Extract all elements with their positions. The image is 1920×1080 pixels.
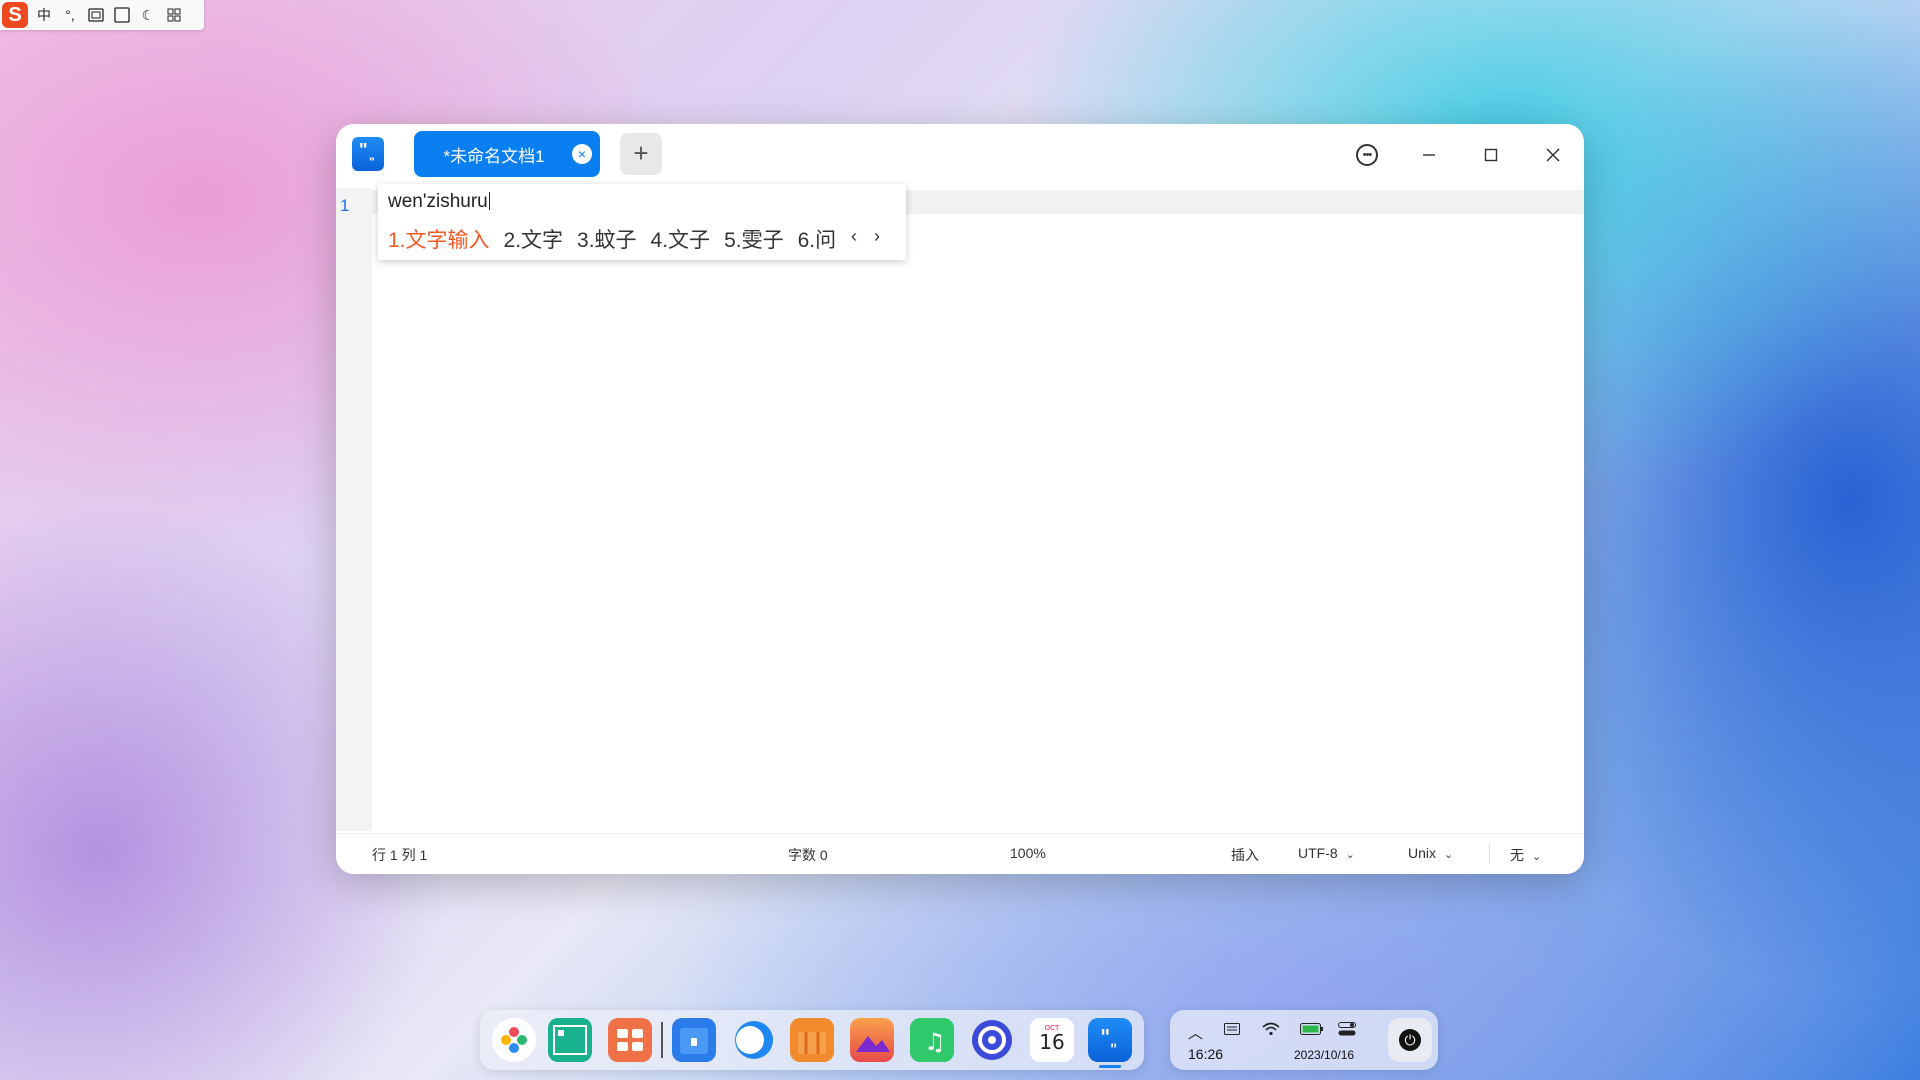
- more-icon: •••: [1356, 144, 1378, 166]
- chevron-down-icon: ⌄: [1532, 851, 1542, 863]
- pinyin-icon[interactable]: [112, 5, 132, 25]
- highlight-label: 无: [1510, 847, 1524, 863]
- clock-date[interactable]: 2023/10/16: [1294, 1048, 1354, 1062]
- power-button[interactable]: ⏻: [1388, 1018, 1432, 1062]
- text-editor-icon[interactable]: " ": [1088, 1018, 1132, 1062]
- power-icon: ⏻: [1399, 1029, 1421, 1051]
- battery-icon[interactable]: [1300, 1022, 1324, 1040]
- candidate-list: 1.文字输入 2.文字 3.蚊子 4.文子 5.雯子 6.问: [388, 224, 836, 254]
- pinyin-composition: wen'zishuru: [388, 191, 488, 212]
- line-number: 1: [340, 196, 350, 215]
- candidate-item[interactable]: 6.问: [798, 224, 837, 254]
- divider: [661, 1022, 663, 1058]
- add-tab-button[interactable]: +: [620, 133, 662, 175]
- clock-time[interactable]: 16:26: [1188, 1046, 1223, 1062]
- image-viewer-icon[interactable]: [850, 1018, 894, 1062]
- close-icon: [1546, 148, 1560, 162]
- candidate-item[interactable]: 2.文字: [504, 224, 564, 254]
- calendar-icon[interactable]: OCT 16: [1030, 1018, 1074, 1062]
- tab-title: *未命名文档1: [443, 146, 545, 166]
- candidate-item[interactable]: 4.文子: [651, 224, 711, 254]
- ime-toolbar: S 中 °, ☾: [0, 0, 204, 30]
- eol-label: Unix: [1408, 845, 1437, 861]
- maximize-button[interactable]: [1474, 138, 1508, 172]
- candidate-item[interactable]: 1.文字输入: [388, 224, 490, 254]
- char-count: 字数 0: [788, 847, 828, 863]
- chevron-up-icon[interactable]: ︿: [1188, 1022, 1203, 1043]
- highlight-select[interactable]: 无 ⌄: [1510, 845, 1541, 865]
- tab-close-icon[interactable]: ×: [572, 144, 592, 164]
- launcher-icon[interactable]: [492, 1018, 536, 1062]
- ime-candidate-popup: wen'zishuru 1.文字输入 2.文字 3.蚊子 4.文子 5.雯子 6…: [378, 184, 906, 260]
- music-icon[interactable]: ♫: [910, 1018, 954, 1062]
- encoding-select[interactable]: UTF-8 ⌄: [1298, 845, 1355, 861]
- cursor-position: 行 1 列 1: [372, 847, 428, 863]
- soft-keyboard-icon[interactable]: [86, 5, 106, 25]
- tab-untitled-document[interactable]: *未命名文档1 ×: [414, 131, 600, 177]
- terminal-icon[interactable]: [548, 1018, 592, 1062]
- status-bar: 行 1 列 1 字数 0 100% 插入 UTF-8 ⌄ Unix ⌄ 无 ⌄: [336, 833, 1584, 874]
- text-editing-area[interactable]: [372, 188, 1584, 831]
- candidate-page-nav[interactable]: ‹ ›: [851, 226, 886, 247]
- moon-icon[interactable]: ☾: [138, 5, 158, 25]
- close-button[interactable]: [1536, 138, 1570, 172]
- zoom-level[interactable]: 100%: [1010, 845, 1046, 861]
- grid-icon[interactable]: [164, 5, 184, 25]
- svg-text:": ": [1100, 1025, 1110, 1049]
- svg-text:♫: ♫: [924, 1028, 946, 1056]
- encoding-label: UTF-8: [1298, 845, 1338, 861]
- sogou-ime-icon[interactable]: S: [2, 2, 28, 28]
- svg-text:": ": [1110, 1042, 1117, 1058]
- browser-icon[interactable]: [732, 1018, 776, 1062]
- divider: [1489, 844, 1490, 864]
- control-center-icon[interactable]: [1338, 1022, 1356, 1040]
- line-number-gutter: [336, 188, 372, 831]
- dock: ♫ OCT 16 " ": [480, 1010, 1144, 1070]
- chevron-down-icon: ⌄: [1345, 849, 1355, 861]
- file-manager-icon[interactable]: [672, 1018, 716, 1062]
- ime-language-toggle[interactable]: 中: [34, 5, 54, 25]
- menu-button[interactable]: •••: [1350, 138, 1384, 172]
- text-editor-app-icon[interactable]: " ": [352, 137, 384, 171]
- maximize-icon: [1484, 148, 1498, 162]
- active-app-indicator: [1099, 1065, 1121, 1068]
- shop-icon[interactable]: [790, 1018, 834, 1062]
- titlebar: " " *未命名文档1 × + •••: [336, 124, 1584, 188]
- chevron-down-icon: ⌄: [1444, 849, 1454, 861]
- punctuation-icon[interactable]: °,: [60, 5, 80, 25]
- candidate-item[interactable]: 3.蚊子: [577, 224, 637, 254]
- minimize-button[interactable]: [1412, 138, 1446, 172]
- app-store-icon[interactable]: [608, 1018, 652, 1062]
- wifi-icon[interactable]: [1262, 1022, 1280, 1040]
- keyboard-icon[interactable]: [1224, 1022, 1240, 1039]
- candidate-item[interactable]: 5.雯子: [724, 224, 784, 254]
- system-tray: ︿ 16:26 2023/10/16 ⏻: [1170, 1010, 1438, 1070]
- settings-icon[interactable]: [970, 1018, 1014, 1062]
- insert-mode[interactable]: 插入: [1231, 845, 1259, 865]
- eol-select[interactable]: Unix ⌄: [1408, 845, 1453, 861]
- minimize-icon: [1423, 154, 1435, 156]
